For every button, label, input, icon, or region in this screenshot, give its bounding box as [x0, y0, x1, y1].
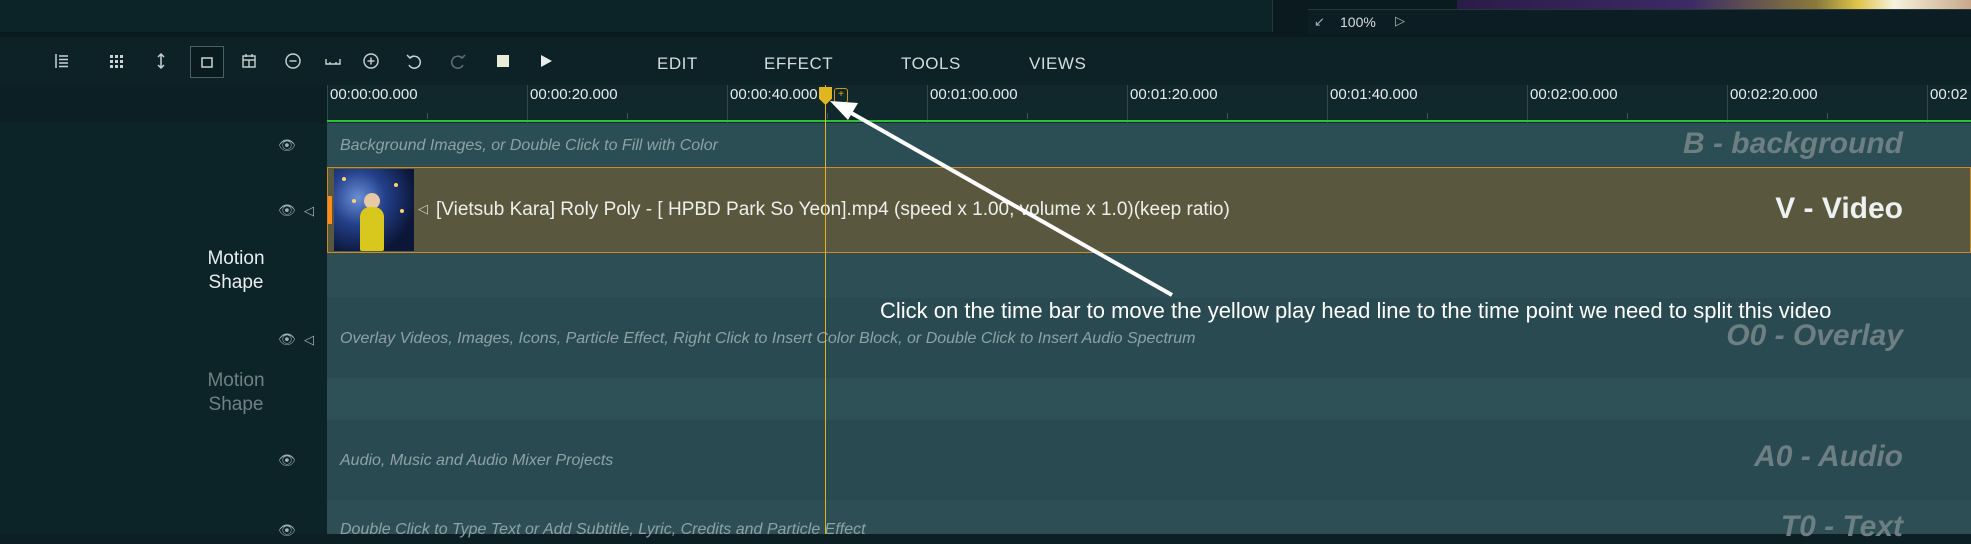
annotation-arrow — [830, 101, 1173, 297]
annotation-callout: Click on the time bar to move the yellow… — [880, 298, 1832, 323]
